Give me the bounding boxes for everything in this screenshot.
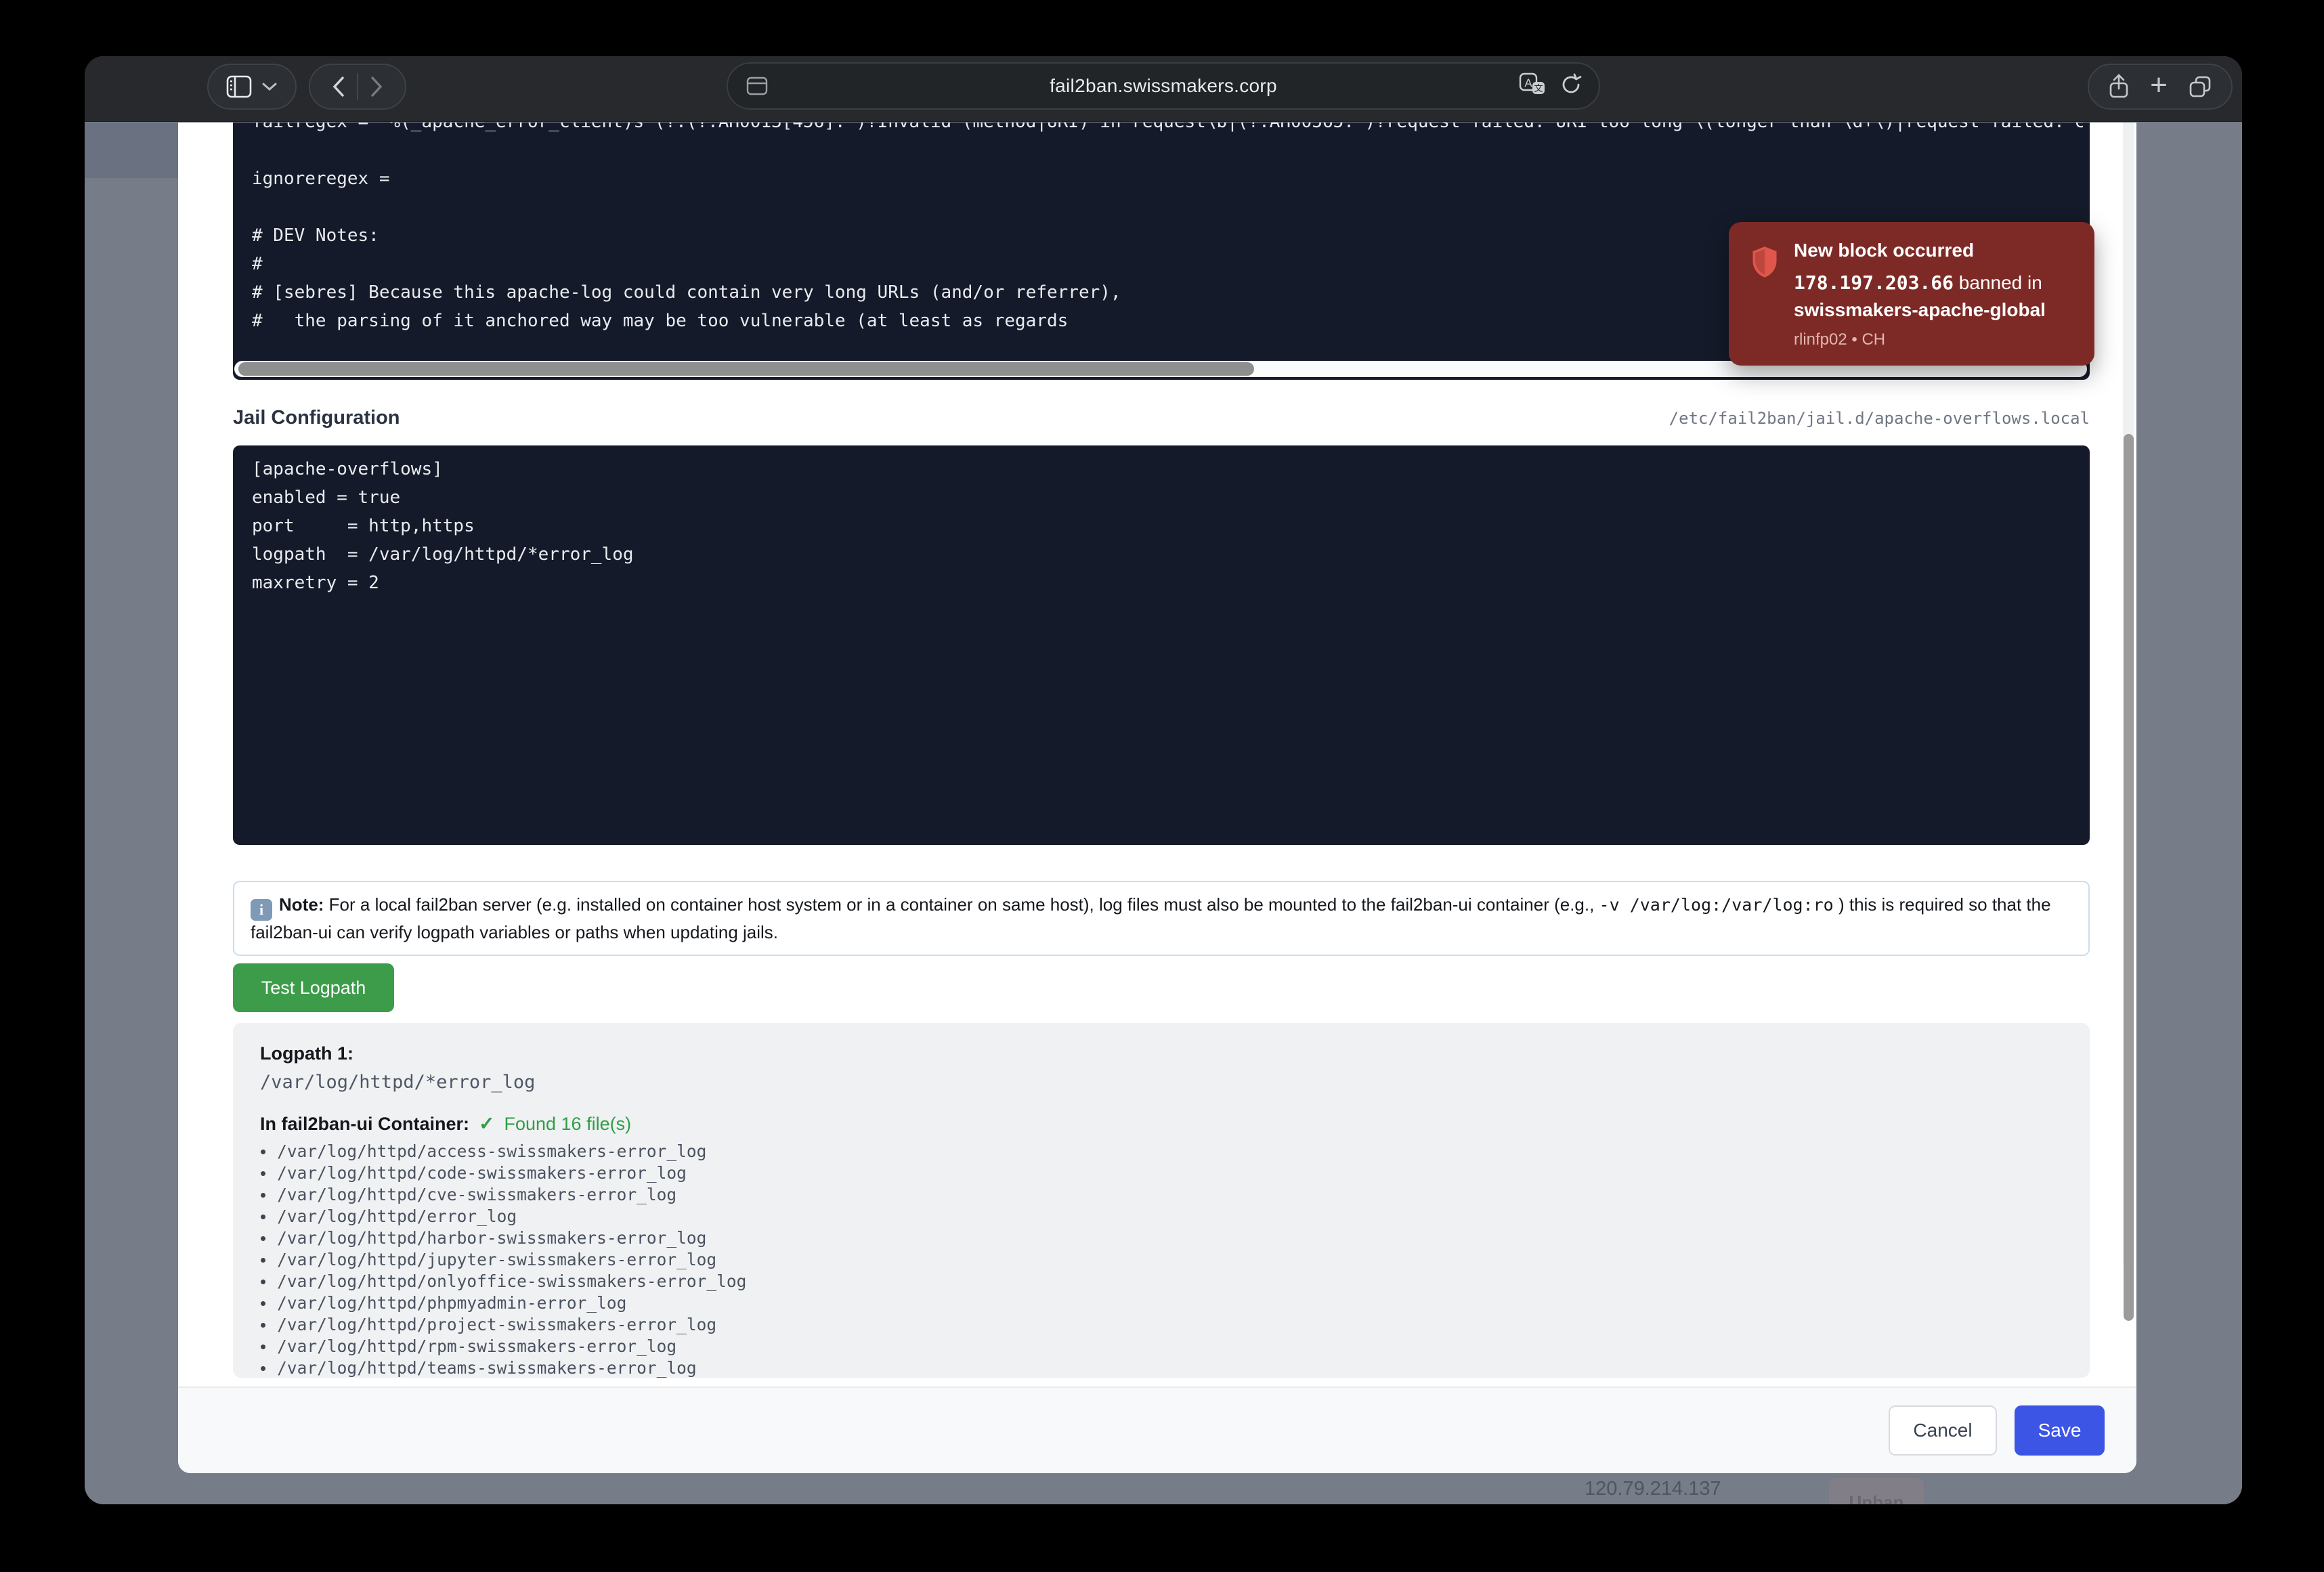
- address-text: fail2ban.swissmakers.corp: [728, 75, 1599, 97]
- reload-icon[interactable]: [1559, 72, 1583, 100]
- sidebar-toggle-icon[interactable]: [226, 75, 252, 98]
- new-block-toast[interactable]: New block occurred 178.197.203.66 banned…: [1729, 222, 2094, 366]
- banned-ip: 178.197.203.66: [1794, 271, 1954, 294]
- svg-text:文: 文: [1534, 83, 1543, 93]
- unban-button: Unban: [1829, 1478, 1924, 1504]
- found-file-item: /var/log/httpd/jupyter-swissmakers-error…: [260, 1249, 2063, 1271]
- share-icon[interactable]: [2108, 74, 2130, 100]
- tab-overview-icon[interactable]: [2188, 74, 2212, 99]
- jail-config-editor[interactable]: [apache-overflows]enabled = trueport = h…: [233, 445, 2090, 845]
- found-file-item: /var/log/httpd/teams-swissmakers-error_l…: [260, 1357, 2063, 1378]
- nav-divider: [357, 73, 358, 100]
- found-file-item: /var/log/httpd/error_log: [260, 1206, 2063, 1227]
- files-found-status: Found 16 file(s): [504, 1112, 631, 1135]
- toast-meta: rlinfp02 • CH: [1794, 330, 2074, 349]
- found-file-item: /var/log/httpd/phpmyadmin-error_log: [260, 1292, 2063, 1314]
- modal-footer: Cancel Save: [178, 1387, 2136, 1473]
- jail-config-path: /etc/fail2ban/jail.d/apache-overflows.lo…: [1669, 409, 2090, 428]
- note-inline-code: -v /var/log:/var/log:ro: [1599, 895, 1834, 915]
- forward-icon[interactable]: [369, 75, 384, 98]
- horizontal-scrollbar-thumb[interactable]: [238, 362, 1254, 376]
- background-row-ip: 120.79.214.137: [1585, 1478, 1721, 1500]
- modal-scrollbar-thumb[interactable]: [2124, 434, 2134, 1321]
- page-viewport: 120.79.214.137 Unban 211.101.246.138 Unb…: [85, 123, 2242, 1504]
- jail-config-code: [apache-overflows]enabled = trueport = h…: [252, 455, 2083, 597]
- window-actions: +: [2088, 64, 2233, 110]
- logpath-note: i Note: For a local fail2ban server (e.g.…: [233, 881, 2090, 956]
- toast-title: New block occurred: [1794, 240, 2074, 261]
- nav-controls: [309, 64, 406, 110]
- found-file-item: /var/log/httpd/harbor-swissmakers-error_…: [260, 1227, 2063, 1249]
- desktop: fail2ban.swissmakers.corp A 文: [0, 0, 2324, 1572]
- test-logpath-button[interactable]: Test Logpath: [233, 963, 394, 1012]
- back-icon[interactable]: [331, 75, 346, 98]
- logpath-test-results: Logpath 1: /var/log/httpd/*error_log In …: [233, 1023, 2090, 1378]
- container-check-row: In fail2ban-ui Container: ✓ Found 16 fil…: [260, 1112, 2063, 1135]
- backdrop-header-band: [85, 123, 178, 178]
- translate-icon[interactable]: A 文: [1519, 72, 1546, 100]
- note-label: Note:: [279, 894, 324, 915]
- address-bar[interactable]: fail2ban.swissmakers.corp A 文: [727, 62, 1600, 110]
- found-file-item: /var/log/httpd/cve-swissmakers-error_log: [260, 1184, 2063, 1206]
- info-icon: i: [251, 899, 272, 921]
- jail-config-header: Jail Configuration /etc/fail2ban/jail.d/…: [233, 407, 2090, 429]
- found-file-item: /var/log/httpd/access-swissmakers-error_…: [260, 1141, 2063, 1162]
- logpath-result-label: Logpath 1:: [260, 1042, 2063, 1065]
- shield-icon: [1750, 245, 1779, 282]
- new-tab-icon[interactable]: +: [2150, 70, 2168, 100]
- save-button[interactable]: Save: [2015, 1405, 2105, 1456]
- note-text-before: For a local fail2ban server (e.g. instal…: [324, 894, 1599, 915]
- browser-window: fail2ban.swissmakers.corp A 文: [85, 56, 2242, 1504]
- found-file-item: /var/log/httpd/onlyoffice-swissmakers-er…: [260, 1271, 2063, 1292]
- chevron-down-icon[interactable]: [261, 81, 278, 92]
- sidebar-controls: [207, 64, 297, 110]
- found-file-item: /var/log/httpd/project-swissmakers-error…: [260, 1314, 2063, 1336]
- browser-toolbar: fail2ban.swissmakers.corp A 文: [85, 56, 2242, 122]
- jail-config-title: Jail Configuration: [233, 407, 400, 429]
- check-icon: ✓: [479, 1112, 494, 1135]
- found-file-item: /var/log/httpd/code-swissmakers-error_lo…: [260, 1162, 2063, 1184]
- found-files-list: /var/log/httpd/access-swissmakers-error_…: [260, 1141, 2063, 1378]
- cancel-button[interactable]: Cancel: [1889, 1405, 1997, 1456]
- toast-message-middle: banned in: [1954, 272, 2042, 293]
- logpath-result-value: /var/log/httpd/*error_log: [260, 1069, 2063, 1096]
- toast-message: 178.197.203.66 banned in swissmakers-apa…: [1794, 269, 2074, 324]
- container-check-label: In fail2ban-ui Container:: [260, 1112, 469, 1135]
- toast-jail-name: swissmakers-apache-global: [1794, 299, 2046, 320]
- found-file-item: /var/log/httpd/rpm-swissmakers-error_log: [260, 1336, 2063, 1357]
- svg-text:A: A: [1524, 77, 1532, 89]
